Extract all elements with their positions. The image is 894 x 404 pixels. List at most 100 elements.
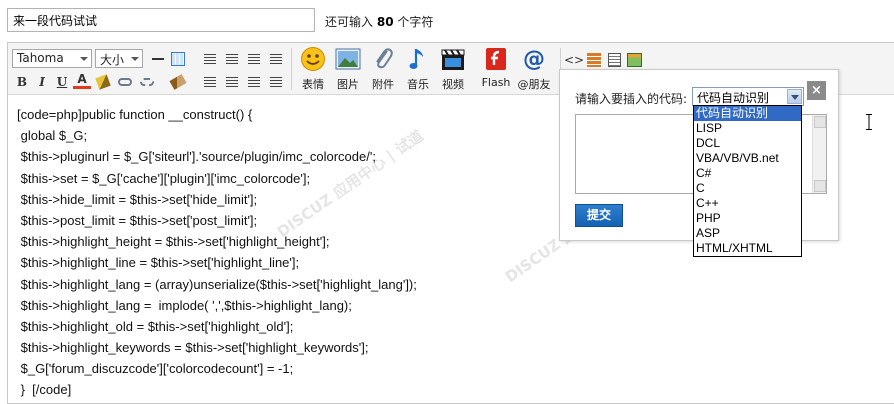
float-right-icon bbox=[226, 77, 238, 87]
hide-button[interactable] bbox=[585, 51, 603, 69]
align-center-icon bbox=[226, 54, 238, 64]
align-left-button[interactable] bbox=[201, 50, 219, 68]
scroll-up-icon[interactable] bbox=[814, 116, 826, 128]
clear-format-button[interactable] bbox=[169, 73, 187, 91]
horizontal-rule-icon bbox=[152, 58, 164, 60]
emoji-button[interactable]: 表情 bbox=[296, 46, 330, 92]
paperclip-icon bbox=[370, 46, 396, 72]
mention-label: @朋友 bbox=[517, 78, 551, 91]
code-button[interactable]: <> bbox=[563, 51, 585, 69]
editor-content[interactable]: [code=php]public function __construct() … bbox=[17, 104, 557, 401]
align-right-button[interactable] bbox=[245, 50, 263, 68]
toolbar-divider bbox=[291, 48, 292, 90]
music-label: 音乐 bbox=[407, 78, 429, 91]
at-sign-icon: @ bbox=[521, 46, 547, 72]
language-select-value: 代码自动识别 bbox=[697, 91, 770, 105]
bold-button[interactable]: B bbox=[13, 73, 31, 91]
language-option[interactable]: 代码自动识别 bbox=[694, 106, 801, 121]
font-family-select[interactable]: Tahoma bbox=[12, 49, 92, 68]
chevron-down-icon[interactable] bbox=[787, 89, 802, 104]
image-label: 图片 bbox=[337, 78, 359, 91]
table-button[interactable] bbox=[625, 51, 643, 69]
link-button[interactable] bbox=[116, 73, 134, 91]
music-button[interactable]: 音乐 bbox=[401, 46, 435, 92]
content-line: $_G['forum_discuzcode']['colorcodecount'… bbox=[17, 361, 294, 377]
content-line: $this->post_limit = $this->set['post_lim… bbox=[17, 212, 258, 228]
content-line: $this->hide_limit = $this->set['hide_lim… bbox=[17, 191, 258, 207]
font-family-value: Tahoma bbox=[17, 51, 64, 65]
language-option[interactable]: LISP bbox=[694, 121, 801, 136]
language-option[interactable]: PHP bbox=[694, 211, 801, 226]
language-option[interactable]: C++ bbox=[694, 196, 801, 211]
content-line: [code=php]public function __construct() … bbox=[17, 107, 253, 122]
image-button[interactable]: 图片 bbox=[331, 46, 365, 92]
content-line: $this->highlight_keywords = $this->set['… bbox=[17, 340, 369, 356]
language-option[interactable]: ASP bbox=[694, 226, 801, 241]
char-limit-prefix: 还可输入 bbox=[325, 15, 374, 29]
title-input[interactable] bbox=[7, 8, 315, 32]
language-option[interactable]: C bbox=[694, 181, 801, 196]
horizontal-rule-button[interactable] bbox=[149, 50, 167, 68]
unordered-list-button[interactable] bbox=[267, 73, 285, 91]
video-button[interactable]: 视频 bbox=[436, 46, 470, 92]
language-option[interactable]: HTML/XHTML bbox=[694, 241, 801, 256]
content-line: $this->highlight_height = $this->set['hi… bbox=[17, 234, 330, 250]
grid-icon bbox=[171, 52, 185, 66]
music-note-icon bbox=[405, 46, 431, 72]
close-button[interactable]: × bbox=[807, 81, 826, 100]
submit-button[interactable]: 提交 bbox=[575, 204, 623, 227]
content-line: $this->highlight_line = $this->set['high… bbox=[17, 255, 300, 271]
emoji-label: 表情 bbox=[302, 78, 324, 91]
scrollbar[interactable] bbox=[812, 115, 826, 193]
float-right-button[interactable] bbox=[223, 73, 241, 91]
chevron-down-icon bbox=[131, 57, 139, 61]
code-icon: <> bbox=[563, 53, 585, 67]
brush-icon bbox=[169, 74, 187, 90]
content-line: $this->highlight_lang = implode( ',',$th… bbox=[17, 297, 352, 313]
text-cursor-icon bbox=[866, 114, 872, 130]
italic-button[interactable]: I bbox=[33, 73, 51, 91]
table-icon bbox=[626, 53, 642, 67]
content-line: $this->highlight_old = $this->set['highl… bbox=[17, 318, 294, 334]
flash-icon bbox=[483, 46, 509, 72]
align-left-icon bbox=[204, 54, 216, 64]
content-line: $this->set = $_G['cache']['plugin']['imc… bbox=[17, 170, 311, 186]
float-left-button[interactable] bbox=[201, 73, 219, 91]
chevron-down-icon bbox=[80, 57, 88, 61]
scroll-down-icon[interactable] bbox=[814, 180, 826, 192]
char-limit-count: 80 bbox=[376, 15, 394, 29]
content-line: $this->pluginurl = $_G['siteurl'].'sourc… bbox=[17, 149, 376, 165]
unlink-button[interactable] bbox=[138, 73, 156, 91]
align-justify-button[interactable] bbox=[267, 50, 285, 68]
smiley-icon bbox=[300, 46, 326, 72]
language-select[interactable]: 代码自动识别 bbox=[692, 87, 804, 106]
mention-button[interactable]: @ @朋友 bbox=[516, 46, 552, 92]
link-icon bbox=[118, 78, 132, 86]
insert-code-label: 请输入要插入的代码: bbox=[575, 92, 688, 106]
unlink-icon bbox=[140, 78, 154, 86]
quote-button[interactable] bbox=[605, 51, 623, 69]
quote-icon bbox=[607, 53, 621, 67]
align-center-button[interactable] bbox=[223, 50, 241, 68]
font-color-button[interactable]: A bbox=[73, 72, 91, 89]
language-option[interactable]: DCL bbox=[694, 136, 801, 151]
font-size-value: 大小 bbox=[100, 53, 125, 67]
attachment-button[interactable]: 附件 bbox=[366, 46, 400, 92]
ordered-list-button[interactable] bbox=[245, 73, 263, 91]
highlighter-icon bbox=[95, 74, 111, 90]
font-size-select[interactable]: 大小 bbox=[95, 49, 143, 68]
language-option[interactable]: VBA/VB/VB.net bbox=[694, 151, 801, 166]
flash-label: Flash bbox=[481, 76, 511, 89]
align-right-icon bbox=[248, 54, 260, 64]
language-option[interactable]: C# bbox=[694, 166, 801, 181]
background-button[interactable] bbox=[169, 50, 187, 68]
wall-icon bbox=[587, 53, 601, 67]
image-icon bbox=[335, 46, 361, 72]
underline-button[interactable]: U bbox=[53, 73, 71, 91]
highlight-button[interactable] bbox=[94, 73, 112, 91]
flash-button[interactable]: Flash bbox=[479, 46, 513, 92]
content-line: global $_G; bbox=[17, 128, 88, 144]
attachment-label: 附件 bbox=[372, 78, 394, 91]
char-limit-hint: 还可输入 80 个字符 bbox=[325, 13, 433, 30]
unordered-list-icon bbox=[270, 77, 282, 87]
